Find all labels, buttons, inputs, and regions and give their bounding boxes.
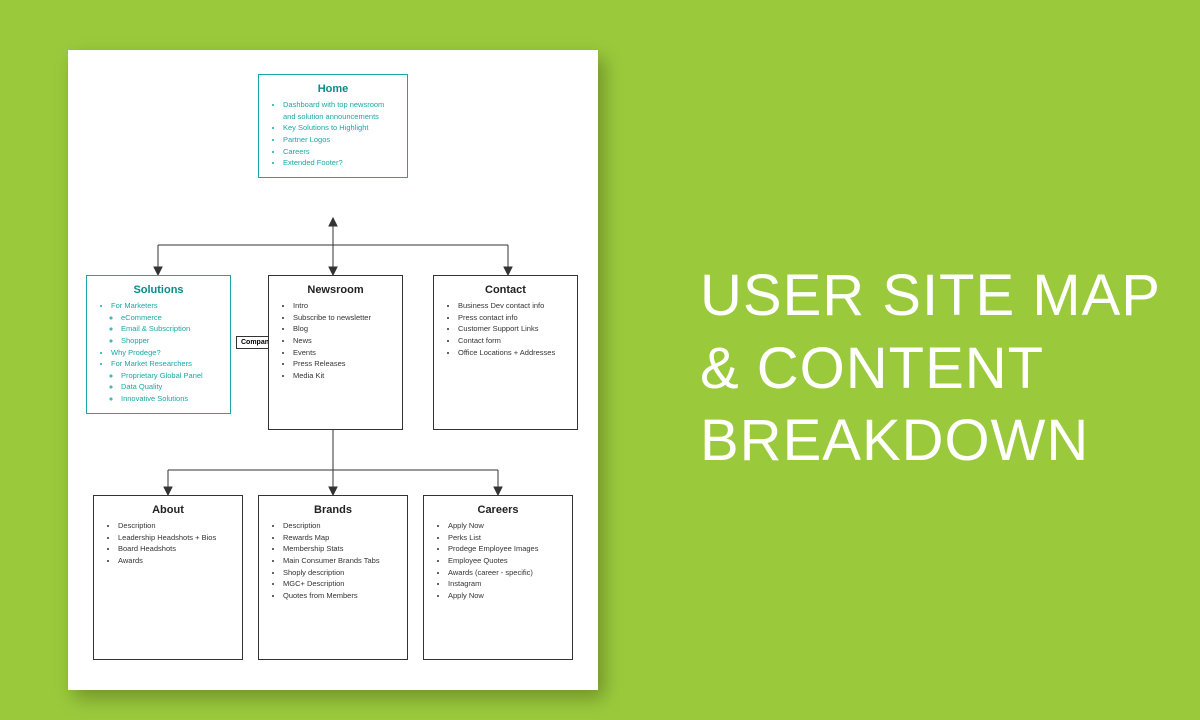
list-item: Office Locations + Addresses xyxy=(458,347,567,359)
list-item: Partner Logos xyxy=(283,134,397,146)
title-line-3: BREAKDOWN xyxy=(700,405,1161,478)
list-item: Customer Support Links xyxy=(458,323,567,335)
node-about-heading: About xyxy=(104,504,232,516)
node-contact-list: Business Dev contact infoPress contact i… xyxy=(444,300,567,358)
list-item: Prodege Employee Images xyxy=(448,543,562,555)
list-item: Events xyxy=(293,347,392,359)
node-careers: Careers Apply NowPerks ListProdege Emplo… xyxy=(423,495,573,660)
list-item: Contact form xyxy=(458,335,567,347)
node-newsroom-heading: Newsroom xyxy=(279,284,392,296)
node-solutions-list: For MarketerseCommerceEmail & Subscripti… xyxy=(97,300,220,405)
list-item: Shopper xyxy=(121,335,220,347)
list-item: Employee Quotes xyxy=(448,555,562,567)
node-about: About DescriptionLeadership Headshots + … xyxy=(93,495,243,660)
list-item: Quotes from Members xyxy=(283,590,397,602)
list-item: Media Kit xyxy=(293,370,392,382)
list-item: Shoply description xyxy=(283,567,397,579)
list-item: Email & Subscription xyxy=(121,323,220,335)
node-brands-heading: Brands xyxy=(269,504,397,516)
list-item: For MarketerseCommerceEmail & Subscripti… xyxy=(111,300,220,347)
list-item: Innovative Solutions xyxy=(121,393,220,405)
node-solutions-heading: Solutions xyxy=(97,284,220,296)
list-item: Press Releases xyxy=(293,358,392,370)
list-item: Key Solutions to Highlight xyxy=(283,122,397,134)
node-contact-heading: Contact xyxy=(444,284,567,296)
list-item: Blog xyxy=(293,323,392,335)
list-item: Apply Now xyxy=(448,520,562,532)
list-item: Perks List xyxy=(448,532,562,544)
list-item: For Market ResearchersProprietary Global… xyxy=(111,358,220,405)
node-careers-heading: Careers xyxy=(434,504,562,516)
node-newsroom: Newsroom IntroSubscribe to newsletterBlo… xyxy=(268,275,403,430)
node-brands-list: DescriptionRewards MapMembership StatsMa… xyxy=(269,520,397,601)
node-solutions: Solutions For MarketerseCommerceEmail & … xyxy=(86,275,231,414)
node-brands: Brands DescriptionRewards MapMembership … xyxy=(258,495,408,660)
list-item: Intro xyxy=(293,300,392,312)
list-item: Proprietary Global Panel xyxy=(121,370,220,382)
list-item: Awards (career - specific) xyxy=(448,567,562,579)
list-item: Careers xyxy=(283,146,397,158)
list-item: Rewards Map xyxy=(283,532,397,544)
node-home-heading: Home xyxy=(269,83,397,95)
list-item: eCommerce xyxy=(121,312,220,324)
page-title: USER SITE MAP & CONTENT BREAKDOWN xyxy=(700,260,1161,478)
list-item: Data Quality xyxy=(121,381,220,393)
list-item: Press contact info xyxy=(458,312,567,324)
list-item: Description xyxy=(283,520,397,532)
node-contact: Contact Business Dev contact infoPress c… xyxy=(433,275,578,430)
title-line-1: USER SITE MAP xyxy=(700,260,1161,333)
node-about-list: DescriptionLeadership Headshots + BiosBo… xyxy=(104,520,232,567)
list-item: Apply Now xyxy=(448,590,562,602)
list-item: Description xyxy=(118,520,232,532)
node-home: Home Dashboard with top newsroom and sol… xyxy=(258,74,408,178)
list-item: Instagram xyxy=(448,578,562,590)
list-item: Membership Stats xyxy=(283,543,397,555)
list-item: Business Dev contact info xyxy=(458,300,567,312)
list-item: Why Prodege? xyxy=(111,347,220,359)
sitemap-document: Home Dashboard with top newsroom and sol… xyxy=(68,50,598,690)
list-item: Board Headshots xyxy=(118,543,232,555)
node-newsroom-list: IntroSubscribe to newsletterBlogNewsEven… xyxy=(279,300,392,381)
node-home-list: Dashboard with top newsroom and solution… xyxy=(269,99,397,169)
list-item: News xyxy=(293,335,392,347)
list-item: Main Consumer Brands Tabs xyxy=(283,555,397,567)
list-item: Subscribe to newsletter xyxy=(293,312,392,324)
title-line-2: & CONTENT xyxy=(700,333,1161,406)
list-item: Leadership Headshots + Bios xyxy=(118,532,232,544)
list-item: Awards xyxy=(118,555,232,567)
list-item: Extended Footer? xyxy=(283,157,397,169)
list-item: MGC+ Description xyxy=(283,578,397,590)
node-careers-list: Apply NowPerks ListProdege Employee Imag… xyxy=(434,520,562,601)
list-item: Dashboard with top newsroom and solution… xyxy=(283,99,397,122)
